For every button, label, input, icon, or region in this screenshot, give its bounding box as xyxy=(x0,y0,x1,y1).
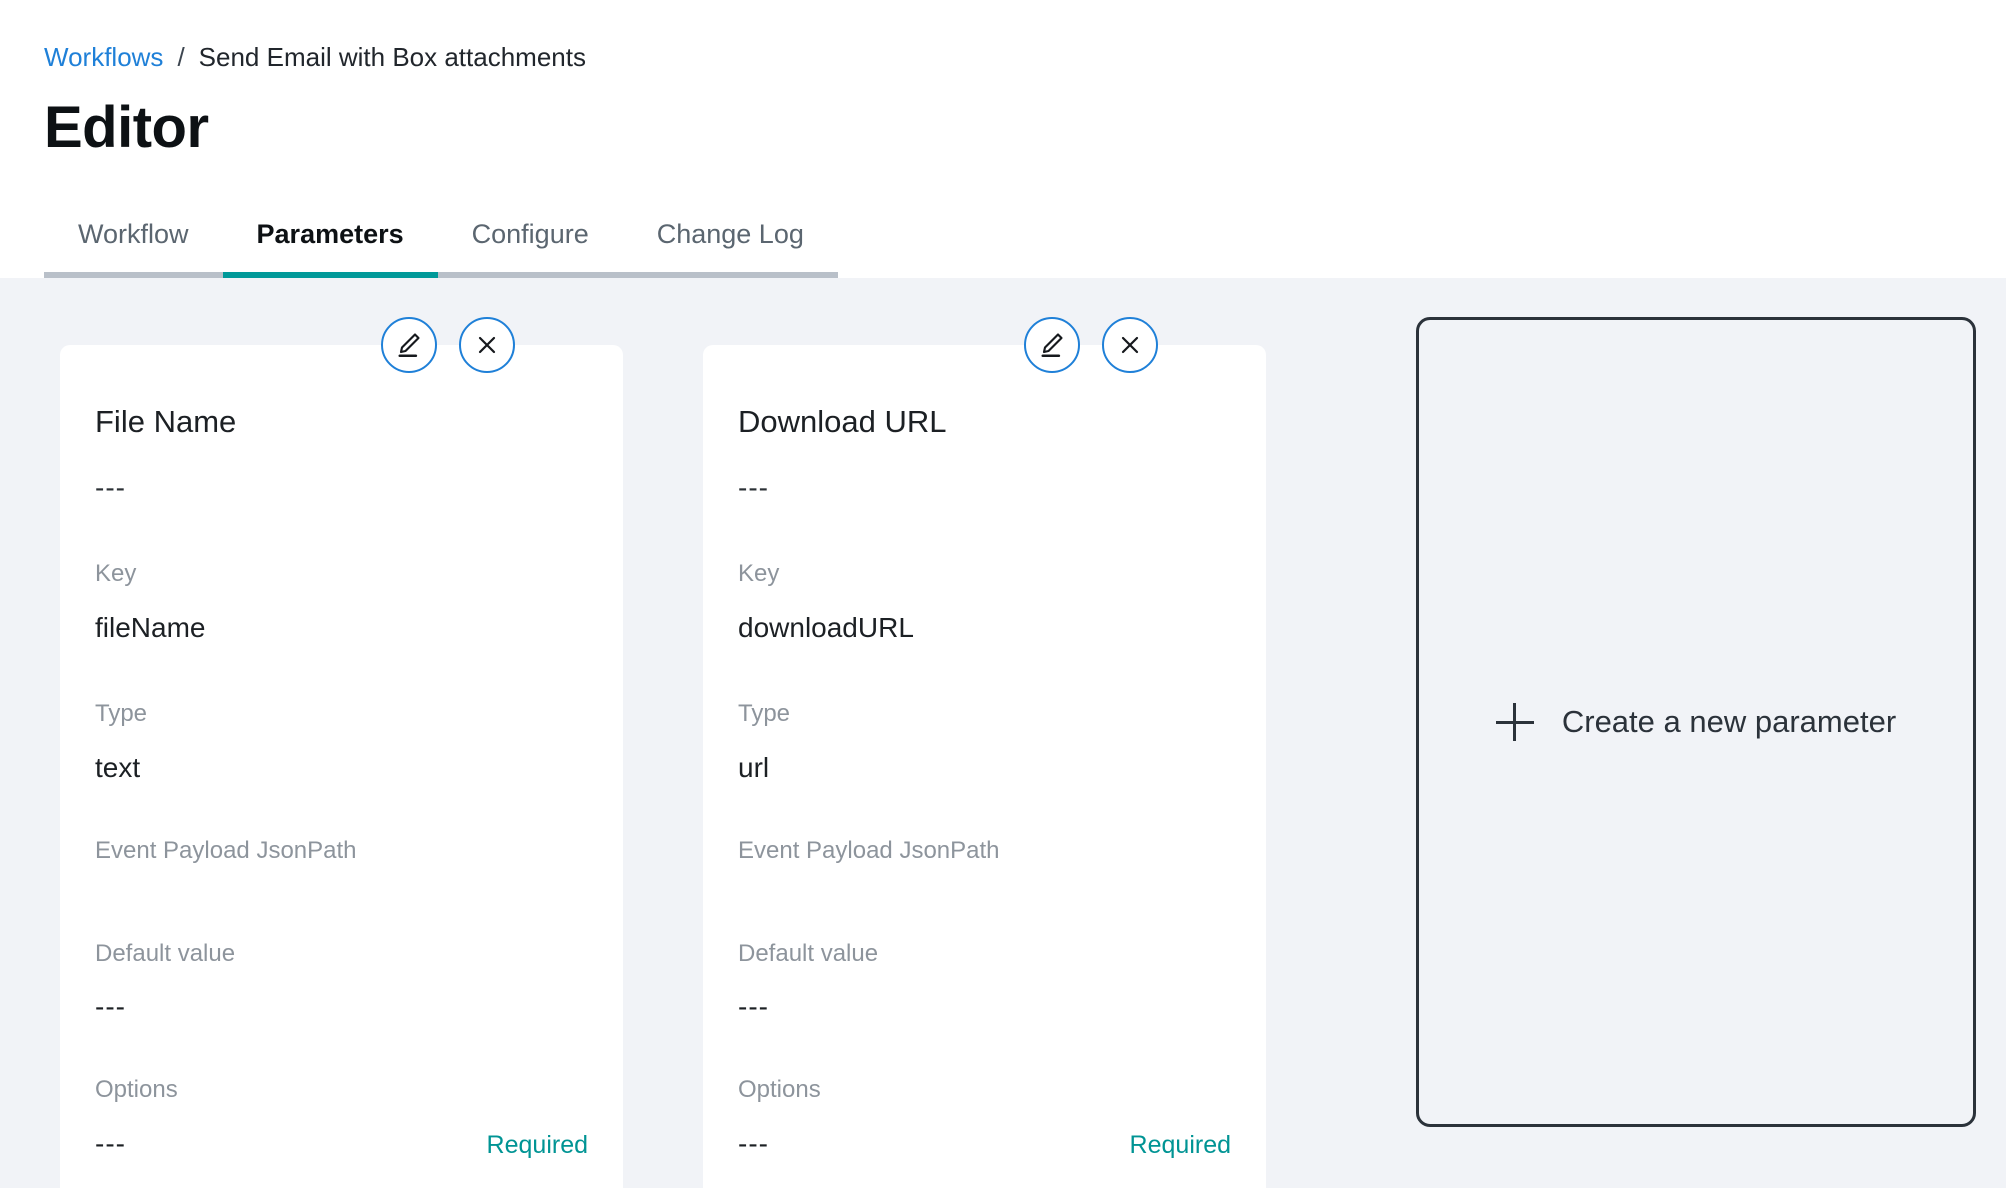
parameter-card-container: Download URL --- Key downloadURL Type ur… xyxy=(703,317,1266,1188)
parameter-card-actions xyxy=(1024,317,1158,373)
tab-workflow-label: Workflow xyxy=(78,219,189,249)
edit-parameter-button[interactable] xyxy=(381,317,437,373)
parameter-type-label: Type xyxy=(738,700,791,728)
parameter-type-field: Type text xyxy=(95,700,588,784)
parameter-description: --- xyxy=(95,472,126,504)
parameter-type-field: Type url xyxy=(738,700,1231,784)
parameter-jsonpath-field: Event Payload JsonPath xyxy=(738,837,1231,888)
tab-parameters[interactable]: Parameters xyxy=(222,219,438,278)
parameter-title: Download URL xyxy=(738,404,947,439)
tab-change-log-label: Change Log xyxy=(656,219,804,249)
parameter-description: --- xyxy=(738,472,769,504)
create-new-parameter-button[interactable]: Create a new parameter xyxy=(1416,317,1976,1127)
parameter-options-field: Options --- Required xyxy=(95,1076,588,1160)
parameter-card-list: File Name --- Key fileName Type text Eve… xyxy=(0,317,2006,1188)
parameter-jsonpath-label: Event Payload JsonPath xyxy=(95,836,357,864)
parameter-options-row: --- Required xyxy=(95,1127,588,1161)
tab-workflow[interactable]: Workflow xyxy=(44,219,223,278)
breadcrumb: Workflows / Send Email with Box attachme… xyxy=(44,0,2006,70)
parameter-options-field: Options --- Required xyxy=(738,1076,1231,1160)
parameter-type-value: url xyxy=(738,752,770,784)
parameter-card-container: File Name --- Key fileName Type text Eve… xyxy=(60,317,623,1188)
parameter-type-label: Type xyxy=(95,700,148,728)
pencil-icon xyxy=(1037,330,1067,360)
parameter-jsonpath-label: Event Payload JsonPath xyxy=(738,836,1000,864)
plus-icon xyxy=(1495,703,1534,741)
parameter-key-value: fileName xyxy=(95,611,206,643)
required-badge: Required xyxy=(486,1130,588,1159)
parameter-default-label: Default value xyxy=(95,939,236,967)
parameter-type-value: text xyxy=(95,752,141,784)
create-new-parameter-label: Create a new parameter xyxy=(1561,704,1897,739)
parameter-options-value: --- xyxy=(738,1127,769,1159)
breadcrumb-separator: / xyxy=(177,42,185,72)
parameter-card: Download URL --- Key downloadURL Type ur… xyxy=(703,345,1266,1188)
parameter-jsonpath-field: Event Payload JsonPath xyxy=(95,837,588,888)
parameter-options-label: Options xyxy=(95,1076,178,1104)
delete-parameter-button[interactable] xyxy=(459,317,515,373)
page-title: Editor xyxy=(44,95,209,160)
parameter-default-value: --- xyxy=(738,991,769,1023)
tab-change-log[interactable]: Change Log xyxy=(622,219,838,278)
parameter-key-label: Key xyxy=(738,560,780,588)
parameters-canvas: File Name --- Key fileName Type text Eve… xyxy=(0,278,2006,1188)
tab-configure[interactable]: Configure xyxy=(437,219,623,278)
close-icon xyxy=(1116,331,1144,359)
parameter-card-actions xyxy=(381,317,515,373)
parameter-options-row: --- Required xyxy=(738,1127,1231,1161)
tab-parameters-label: Parameters xyxy=(256,219,404,249)
breadcrumb-link-workflows[interactable]: Workflows xyxy=(44,44,163,70)
parameter-options-label: Options xyxy=(738,1076,821,1104)
required-badge: Required xyxy=(1129,1130,1231,1159)
parameter-key-field: Key fileName xyxy=(95,560,588,644)
tab-bar: Workflow Parameters Configure Change Log xyxy=(44,219,838,278)
parameter-default-field: Default value --- xyxy=(738,940,1231,1024)
parameter-title: File Name xyxy=(95,404,237,439)
create-new-parameter-content: Create a new parameter xyxy=(1495,703,1897,741)
tab-configure-label: Configure xyxy=(471,219,589,249)
page-header: Workflows / Send Email with Box attachme… xyxy=(0,0,2006,278)
parameter-default-value: --- xyxy=(95,991,126,1023)
pencil-icon xyxy=(394,330,424,360)
close-icon xyxy=(473,331,501,359)
parameter-default-label: Default value xyxy=(738,939,879,967)
parameter-key-label: Key xyxy=(95,560,137,588)
parameter-options-value: --- xyxy=(95,1127,126,1159)
delete-parameter-button[interactable] xyxy=(1102,317,1158,373)
parameter-key-field: Key downloadURL xyxy=(738,560,1231,644)
parameter-default-field: Default value --- xyxy=(95,940,588,1024)
parameter-key-value: downloadURL xyxy=(738,611,914,643)
breadcrumb-current-page: Send Email with Box attachments xyxy=(198,42,586,72)
edit-parameter-button[interactable] xyxy=(1024,317,1080,373)
parameter-card: File Name --- Key fileName Type text Eve… xyxy=(60,345,623,1188)
